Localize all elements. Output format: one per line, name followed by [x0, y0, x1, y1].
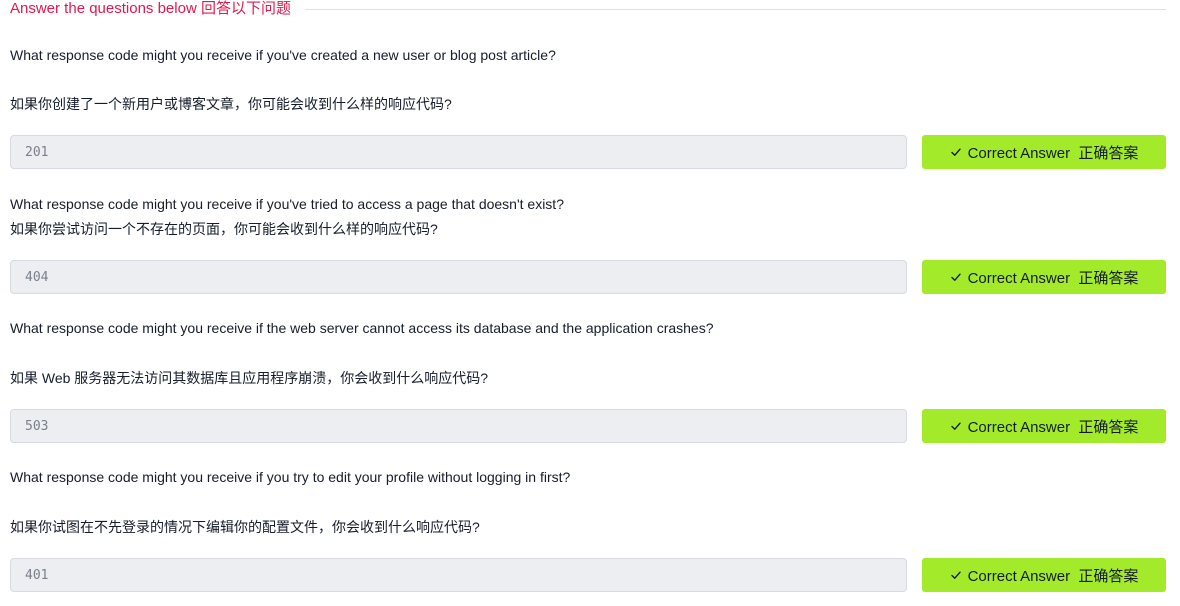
question-2-text-zh: 如果你尝试访问一个不存在的页面，你可能会收到什么样的响应代码? [10, 221, 438, 237]
question-1-text-en: What response code might you receive if … [10, 47, 556, 63]
question-4-text-zh: 如果你试图在不先登录的情况下编辑你的配置文件，你会收到什么响应代码? [10, 519, 480, 535]
question-2-answer-field[interactable]: 404 [10, 260, 907, 294]
check-icon [950, 571, 961, 579]
question-3-answer-value: 503 [25, 418, 49, 434]
question-4-correct-answer-button[interactable]: Correct Answer 正确答案 [922, 558, 1166, 592]
question-1-text-zh: 如果你创建了一个新用户或博客文章，你可能会收到什么样的响应代码? [10, 96, 452, 112]
question-4-text-en: What response code might you receive if … [10, 469, 571, 485]
question-4-answer-value: 401 [25, 567, 49, 583]
section-title: Answer the questions below 回答以下问题 [10, 0, 291, 17]
question-1-button-label: Correct Answer 正确答案 [967, 144, 1139, 162]
check-icon [950, 273, 961, 281]
question-1-answer-field[interactable]: 201 [10, 135, 907, 169]
header-divider [304, 8, 1166, 10]
question-4-answer-field[interactable]: 401 [10, 558, 907, 592]
question-1-correct-answer-button[interactable]: Correct Answer 正确答案 [922, 135, 1166, 169]
question-2-text-en: What response code might you receive if … [10, 196, 564, 212]
question-3-text-zh: 如果 Web 服务器无法访问其数据库且应用程序崩溃，你会收到什么响应代码? [10, 370, 489, 386]
question-3-answer-field[interactable]: 503 [10, 409, 907, 443]
question-3-button-label: Correct Answer 正确答案 [967, 418, 1139, 436]
question-2-correct-answer-button[interactable]: Correct Answer 正确答案 [922, 260, 1166, 294]
question-3-text-en: What response code might you receive if … [10, 320, 714, 336]
question-1-answer-value: 201 [25, 144, 49, 160]
question-2-button-label: Correct Answer 正确答案 [967, 269, 1139, 287]
check-icon [950, 148, 961, 156]
questions-panel: Answer the questions below 回答以下问题 What r… [0, 0, 1180, 606]
question-4-button-label: Correct Answer 正确答案 [967, 567, 1139, 585]
question-3-correct-answer-button[interactable]: Correct Answer 正确答案 [922, 409, 1166, 443]
check-icon [950, 422, 961, 430]
section-header: Answer the questions below 回答以下问题 [10, 0, 1166, 18]
question-2-answer-value: 404 [25, 269, 49, 285]
